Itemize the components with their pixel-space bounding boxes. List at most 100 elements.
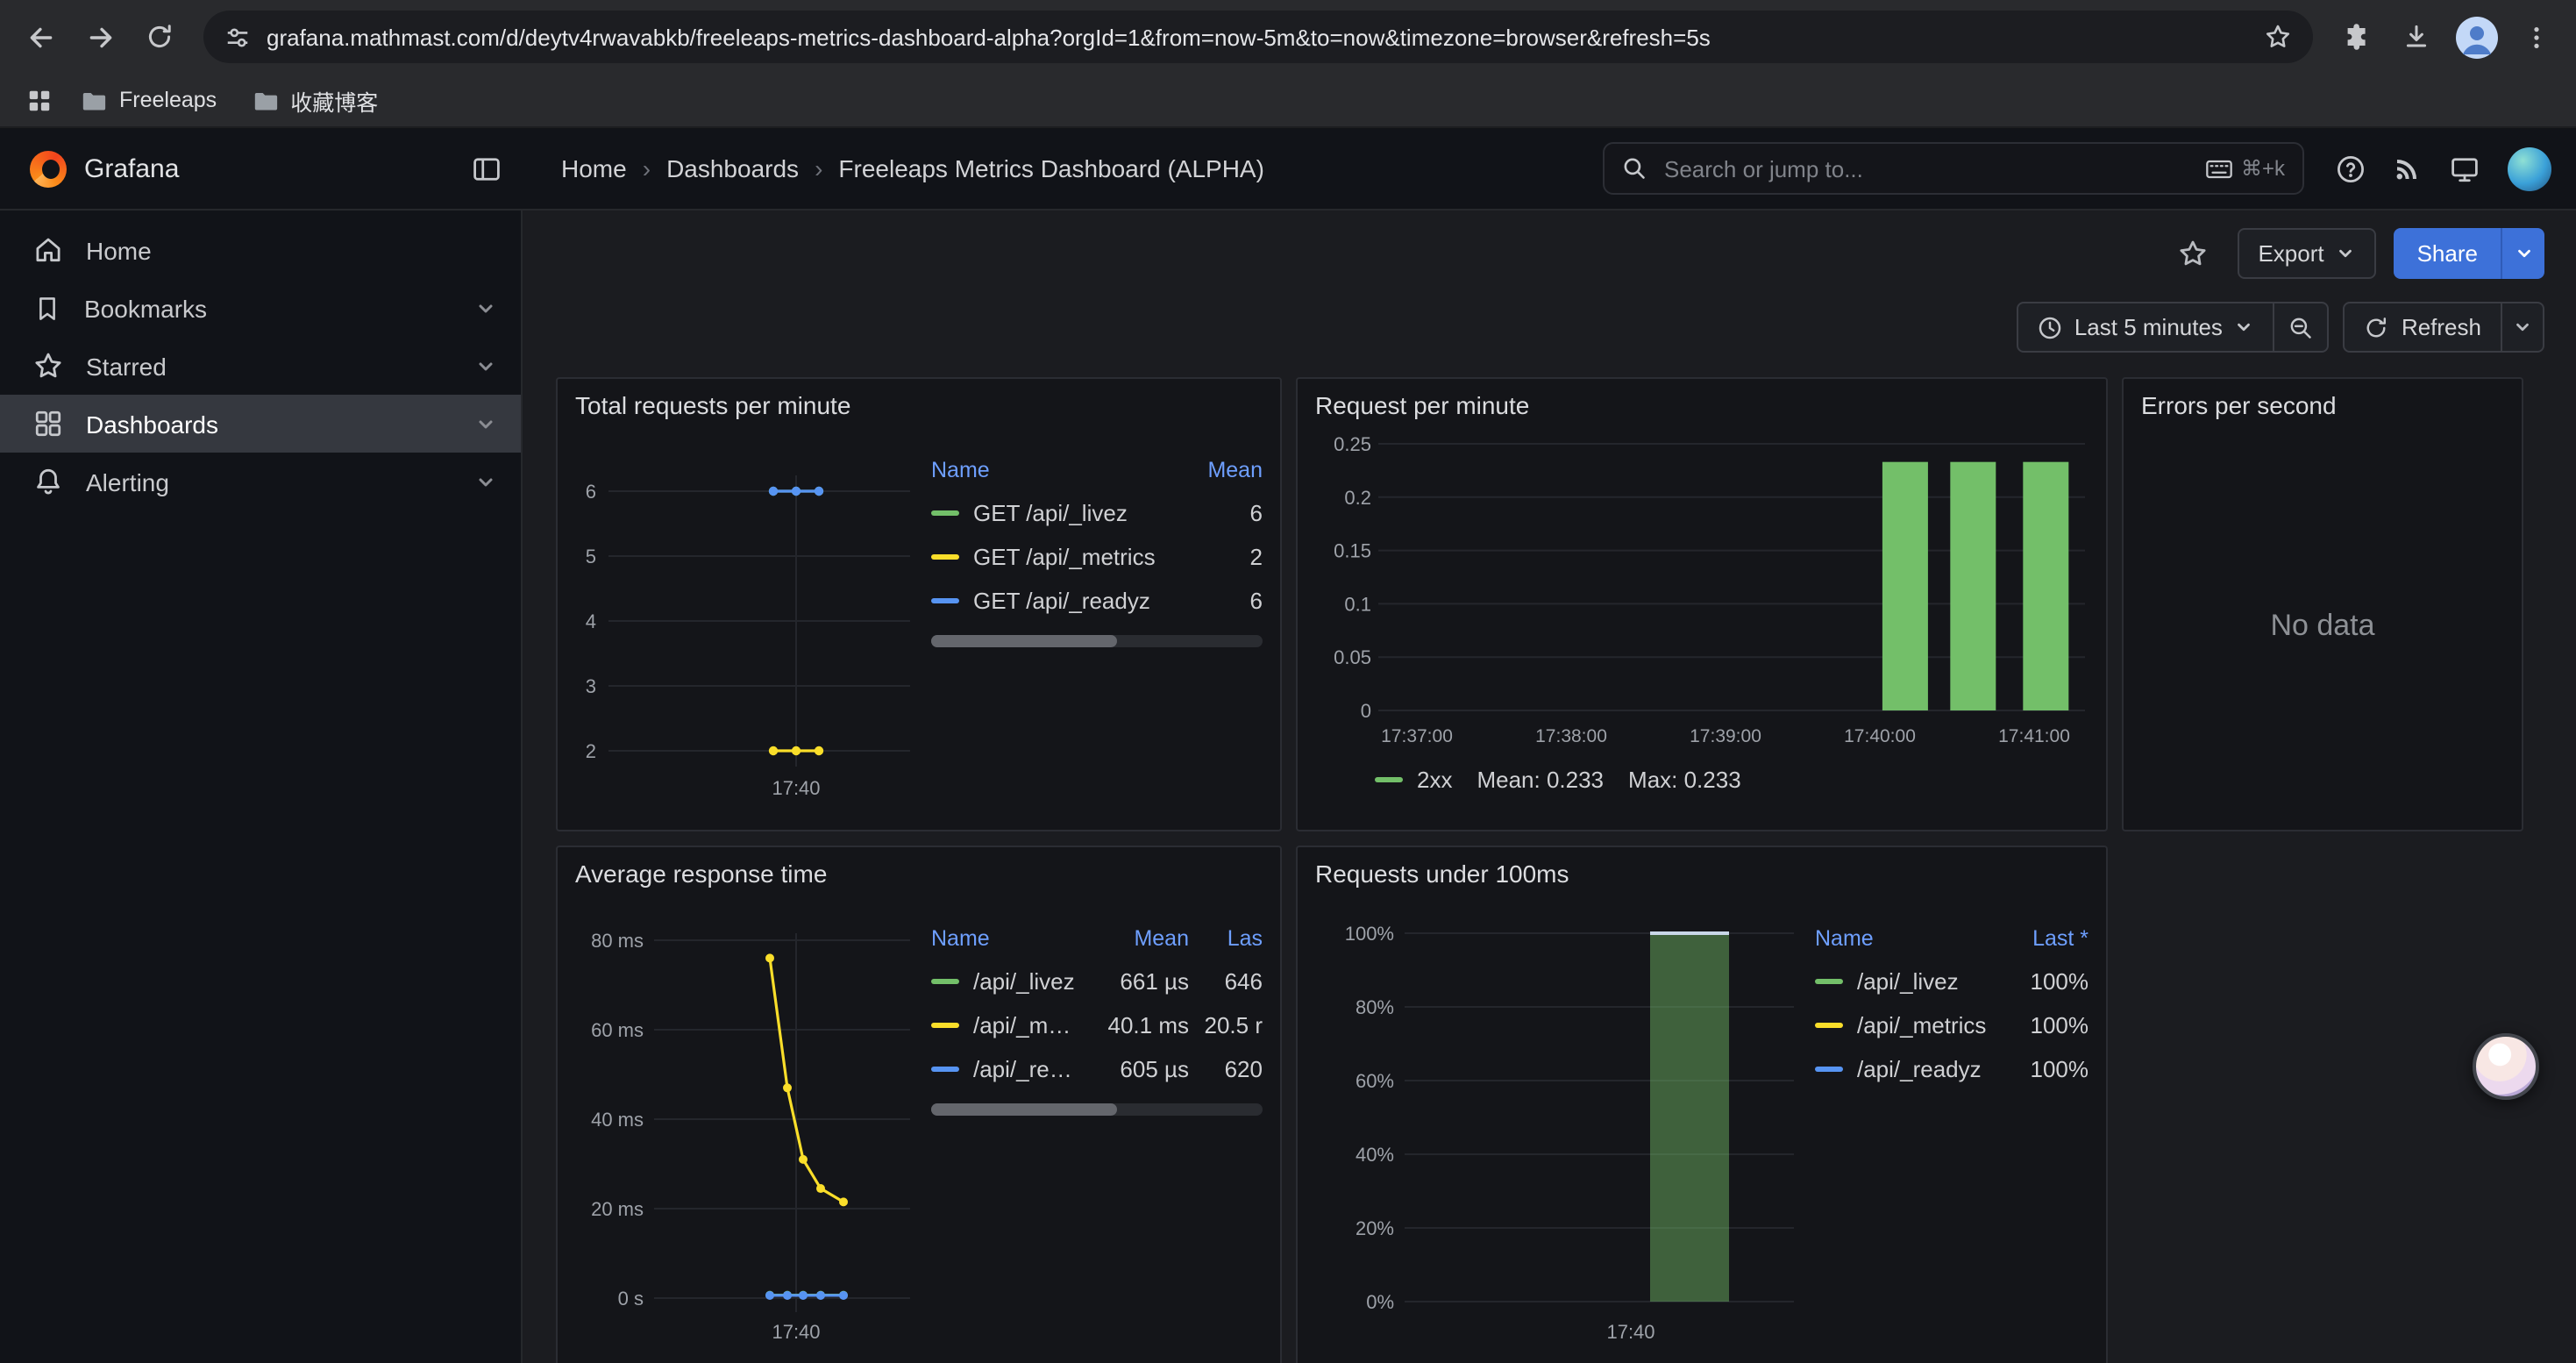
refresh-interval-dropdown[interactable] (2502, 302, 2544, 353)
sidebar-item-bookmarks[interactable]: Bookmarks (0, 279, 521, 337)
browser-menu-button[interactable] (2509, 11, 2562, 63)
help-icon[interactable] (2336, 153, 2366, 183)
legend-value-cell: 2 (1161, 544, 1263, 570)
extensions-button[interactable] (2330, 11, 2383, 63)
panel-title[interactable]: Average response time (558, 847, 1280, 891)
legend-column-header[interactable]: Name (931, 457, 1161, 482)
search-input[interactable] (1661, 153, 2192, 183)
legend-row: /api/_readyz100% (1815, 1047, 2089, 1091)
svg-text:0.25: 0.25 (1334, 433, 1371, 455)
sidebar-item-home[interactable]: Home (0, 221, 521, 279)
sidebar-toggle-icon[interactable] (472, 153, 502, 183)
average-response-chart[interactable]: 80 ms60 ms40 ms20 ms0 s17:40 (566, 891, 914, 1344)
total-requests-chart[interactable]: 6543217:40 (566, 423, 914, 807)
series-color-dash (1375, 777, 1403, 782)
chevron-down-icon[interactable] (475, 413, 496, 434)
legend-name-cell[interactable]: /api/_metrics (931, 1012, 1080, 1038)
legend-value-cell: 100% (1987, 968, 2089, 995)
breadcrumb-item[interactable]: Freeleaps Metrics Dashboard (ALPHA) (838, 154, 1264, 182)
breadcrumb-item[interactable]: Dashboards (666, 154, 799, 182)
export-button[interactable]: Export (2237, 227, 2376, 278)
refresh-label: Refresh (2402, 314, 2481, 340)
grafana-logo[interactable] (30, 150, 67, 187)
rss-icon[interactable] (2394, 154, 2422, 182)
favorite-star-button[interactable] (2167, 226, 2219, 279)
legend-column-header[interactable]: Mean (1161, 457, 1263, 482)
scrollbar-thumb[interactable] (931, 635, 1117, 647)
series-label[interactable]: /api/_readyz (973, 1056, 1080, 1082)
legend-value-cell: 6 (1161, 588, 1263, 614)
sidebar-item-dashboards[interactable]: Dashboards (0, 395, 521, 453)
series-label[interactable]: GET /api/_metrics (973, 544, 1156, 570)
bookmark-folder-freeleaps[interactable]: Freeleaps (65, 82, 232, 118)
share-button[interactable]: Share (2395, 227, 2501, 278)
legend-row: /api/_metrics100% (1815, 1003, 2089, 1047)
share-dropdown-button[interactable] (2501, 227, 2544, 278)
svg-text:40%: 40% (1356, 1144, 1394, 1166)
sidebar-item-label: Alerting (86, 467, 169, 496)
series-label[interactable]: /api/_livez (973, 968, 1075, 995)
address-bar[interactable]: grafana.mathmast.com/d/deytv4rwavabkb/fr… (203, 11, 2313, 63)
legend-column-header[interactable]: Mean (1080, 925, 1189, 950)
chevron-down-icon[interactable] (475, 355, 496, 376)
sidebar-item-starred[interactable]: Starred (0, 337, 521, 395)
legend-name-cell[interactable]: GET /api/_readyz (931, 588, 1161, 614)
user-avatar[interactable] (2508, 146, 2551, 190)
reload-button[interactable] (133, 11, 186, 63)
bookmark-star-icon[interactable] (2264, 23, 2292, 51)
scrollbar-thumb[interactable] (931, 1103, 1117, 1116)
legend-name-cell[interactable]: /api/_readyz (1815, 1056, 1987, 1082)
panel-title[interactable]: Errors per second (2124, 379, 2522, 423)
legend-table: NameMean GET /api/_livez 6GET /api/_metric… (914, 423, 1266, 823)
zoom-out-button[interactable] (2275, 302, 2330, 353)
legend-column-header[interactable]: Name (1815, 925, 1987, 950)
legend-scrollbar[interactable] (931, 635, 1263, 647)
series-label[interactable]: GET /api/_livez (973, 500, 1128, 526)
chevron-down-icon[interactable] (475, 297, 496, 318)
legend-value-cell: 6 (1161, 500, 1263, 526)
under-100ms-chart[interactable]: 100%80%60%40%20%0%17:40 (1306, 891, 1797, 1344)
series-label[interactable]: /api/_readyz (1857, 1056, 1982, 1082)
legend-column-header[interactable]: Las (1189, 925, 1263, 950)
back-button[interactable] (14, 11, 67, 63)
time-range-button[interactable]: Last 5 minutes (2017, 302, 2275, 353)
legend-series[interactable]: 2xx (1375, 767, 1452, 793)
legend-column-header[interactable]: Last * (1987, 925, 2089, 950)
breadcrumb-item[interactable]: Home (561, 154, 627, 182)
apps-grid-button[interactable] (16, 77, 61, 123)
bookmark-folder-blogs[interactable]: 收藏博客 (236, 78, 394, 122)
legend-name-cell[interactable]: /api/_livez (931, 968, 1080, 995)
panel-title[interactable]: Request per minute (1298, 379, 2106, 423)
search-box[interactable]: ⌘+k (1603, 142, 2304, 195)
series-label[interactable]: /api/_livez (1857, 968, 1959, 995)
downloads-button[interactable] (2390, 11, 2443, 63)
brand-zone: Grafana (0, 150, 523, 187)
floating-assistant-avatar[interactable] (2473, 1033, 2539, 1100)
site-settings-icon[interactable] (224, 24, 251, 50)
panel-title[interactable]: Requests under 100ms (1298, 847, 2106, 891)
chevron-down-icon[interactable] (475, 471, 496, 492)
series-label[interactable]: GET /api/_readyz (973, 588, 1150, 614)
panel-title[interactable]: Total requests per minute (558, 379, 1280, 423)
svg-text:40 ms: 40 ms (591, 1109, 644, 1131)
legend-name-cell[interactable]: GET /api/_metrics (931, 544, 1161, 570)
request-per-minute-chart[interactable]: 0.250.20.150.10.05017:37:0017:38:0017:39… (1308, 426, 2092, 756)
legend-name-cell[interactable]: /api/_readyz (931, 1056, 1080, 1082)
monitor-icon[interactable] (2450, 153, 2480, 183)
legend-name-cell[interactable]: GET /api/_livez (931, 500, 1161, 526)
refresh-button[interactable]: Refresh (2344, 302, 2502, 353)
svg-text:17:40: 17:40 (772, 1321, 820, 1343)
forward-button[interactable] (74, 11, 126, 63)
legend-name-cell[interactable]: /api/_livez (1815, 968, 1987, 995)
series-label[interactable]: /api/_metrics (1857, 1012, 1986, 1038)
legend-value-cell: 646 (1189, 968, 1263, 995)
series-label[interactable]: /api/_metrics (973, 1012, 1080, 1038)
url-text[interactable]: grafana.mathmast.com/d/deytv4rwavabkb/fr… (267, 24, 2248, 50)
legend-value-cell: 20.5 r (1189, 1012, 1263, 1038)
legend-column-header[interactable]: Name (931, 925, 1080, 950)
browser-toolbar: grafana.mathmast.com/d/deytv4rwavabkb/fr… (0, 0, 2576, 74)
browser-profile-avatar[interactable] (2450, 11, 2502, 63)
legend-scrollbar[interactable] (931, 1103, 1263, 1116)
legend-name-cell[interactable]: /api/_metrics (1815, 1012, 1987, 1038)
sidebar-item-alerting[interactable]: Alerting (0, 453, 521, 510)
